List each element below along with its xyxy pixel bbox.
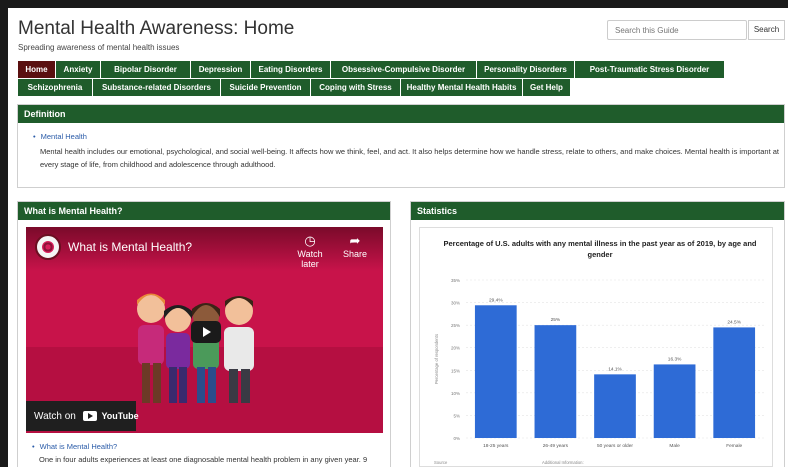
share-arrow-icon: ➦ [349, 233, 361, 248]
watch-on-youtube-button[interactable]: Watch on YouTube [26, 401, 139, 431]
share-button[interactable]: ➦ Share [333, 233, 377, 259]
y-tick-label: 0% [453, 436, 460, 441]
definition-panel: Definition Mental Health Mental health i… [17, 104, 785, 188]
tab-home[interactable]: Home [18, 61, 56, 78]
what-is-text: One in four adults experiences at least … [39, 455, 368, 464]
bar-value-label: 24.5% [727, 319, 741, 325]
chart-source-label: Source [434, 460, 448, 465]
y-tick-label: 20% [451, 346, 460, 351]
youtube-wordmark: YouTube [101, 411, 139, 421]
watch-later-label: Watch later [297, 249, 323, 269]
clock-icon: ◷ [304, 233, 316, 248]
watch-later-button[interactable]: ◷ Watch later [288, 233, 332, 269]
bar [594, 374, 636, 438]
search-button[interactable]: Search [748, 20, 785, 40]
what-is-panel: What is Mental Health? What is Mental He… [17, 201, 391, 467]
tab-personality-disorders[interactable]: Personality Disorders [477, 61, 575, 78]
person-2-figure [164, 305, 192, 403]
page: Mental Health Awareness: Home Spreading … [8, 8, 788, 467]
tab-ocd[interactable]: Obsessive-Compulsive Disorder [331, 61, 477, 78]
watch-on-label: Watch on [34, 411, 76, 422]
x-tick-label: 18-25 years [483, 443, 509, 449]
page-title: Mental Health Awareness: Home [18, 18, 295, 39]
bar-value-label: 25% [551, 317, 561, 323]
play-button[interactable] [191, 321, 221, 343]
bar-value-label: 16.3% [668, 356, 682, 362]
what-is-link[interactable]: What is Mental Health? [32, 442, 118, 451]
y-tick-label: 15% [451, 368, 460, 373]
statistics-heading: Statistics [411, 202, 784, 220]
tab-coping-with-stress[interactable]: Coping with Stress [311, 79, 401, 96]
tab-anxiety[interactable]: Anxiety [56, 61, 101, 78]
y-tick-label: 25% [451, 323, 460, 328]
y-tick-label: 35% [451, 278, 460, 283]
video-player[interactable]: What is Mental Health? ◷ Watch later ➦ S… [26, 227, 383, 433]
youtube-logo-icon [82, 411, 97, 422]
window-frame-top [0, 0, 788, 8]
bar [653, 364, 696, 438]
statistics-panel: Statistics Percentage of U.S. adults wit… [410, 201, 785, 467]
y-tick-label: 5% [453, 413, 460, 418]
x-tick-label: 50 years or older [597, 443, 633, 449]
x-tick-label: Male [669, 443, 680, 449]
bar-value-label: 29.4% [489, 297, 503, 303]
chart-additional-info-label: Additional Information: [542, 460, 584, 465]
tab-substance-related[interactable]: Substance-related Disorders [93, 79, 221, 96]
x-tick-label: Female [726, 443, 742, 449]
bar [474, 305, 517, 438]
definition-heading: Definition [18, 105, 784, 123]
definition-text: Mental health includes our emotional, ps… [40, 147, 780, 169]
bar [713, 327, 756, 438]
channel-avatar[interactable] [35, 234, 61, 260]
bar-value-label: 14.1% [608, 366, 622, 372]
bar [534, 325, 577, 438]
video-title[interactable]: What is Mental Health? [68, 240, 192, 254]
y-tick-label: 10% [451, 391, 460, 396]
x-tick-label: 26-49 years [543, 443, 569, 449]
bar-chart: 0% 5% 10% 15% 20% 25% 30% 35% Percentage of resp… [434, 278, 764, 465]
share-label: Share [342, 249, 368, 259]
tab-get-help[interactable]: Get Help [523, 79, 571, 96]
search-input[interactable] [607, 20, 747, 40]
y-tick-label: 30% [451, 301, 460, 306]
nav-row-2: Schizophrenia Substance-related Disorder… [18, 79, 571, 96]
tab-suicide-prevention[interactable]: Suicide Prevention [221, 79, 311, 96]
tab-bipolar-disorder[interactable]: Bipolar Disorder [101, 61, 191, 78]
chart-container: Percentage of U.S. adults with any menta… [419, 227, 773, 467]
tab-healthy-habits[interactable]: Healthy Mental Health Habits [401, 79, 523, 96]
person-4-figure [224, 296, 254, 403]
tab-schizophrenia[interactable]: Schizophrenia [18, 79, 93, 96]
tab-ptsd[interactable]: Post-Traumatic Stress Disorder [575, 61, 725, 78]
nav-row-1: Home Anxiety Bipolar Disorder Depression… [18, 61, 725, 78]
person-1-figure [137, 293, 165, 403]
tab-eating-disorders[interactable]: Eating Disorders [251, 61, 331, 78]
what-is-heading: What is Mental Health? [18, 202, 390, 220]
person-3-figure [192, 303, 220, 403]
mental-health-link[interactable]: Mental Health [33, 132, 87, 141]
tab-depression[interactable]: Depression [191, 61, 251, 78]
y-axis-label: Percentage of respondents [434, 334, 439, 384]
window-frame-left [0, 0, 8, 467]
page-subtitle: Spreading awareness of mental health iss… [18, 43, 180, 52]
